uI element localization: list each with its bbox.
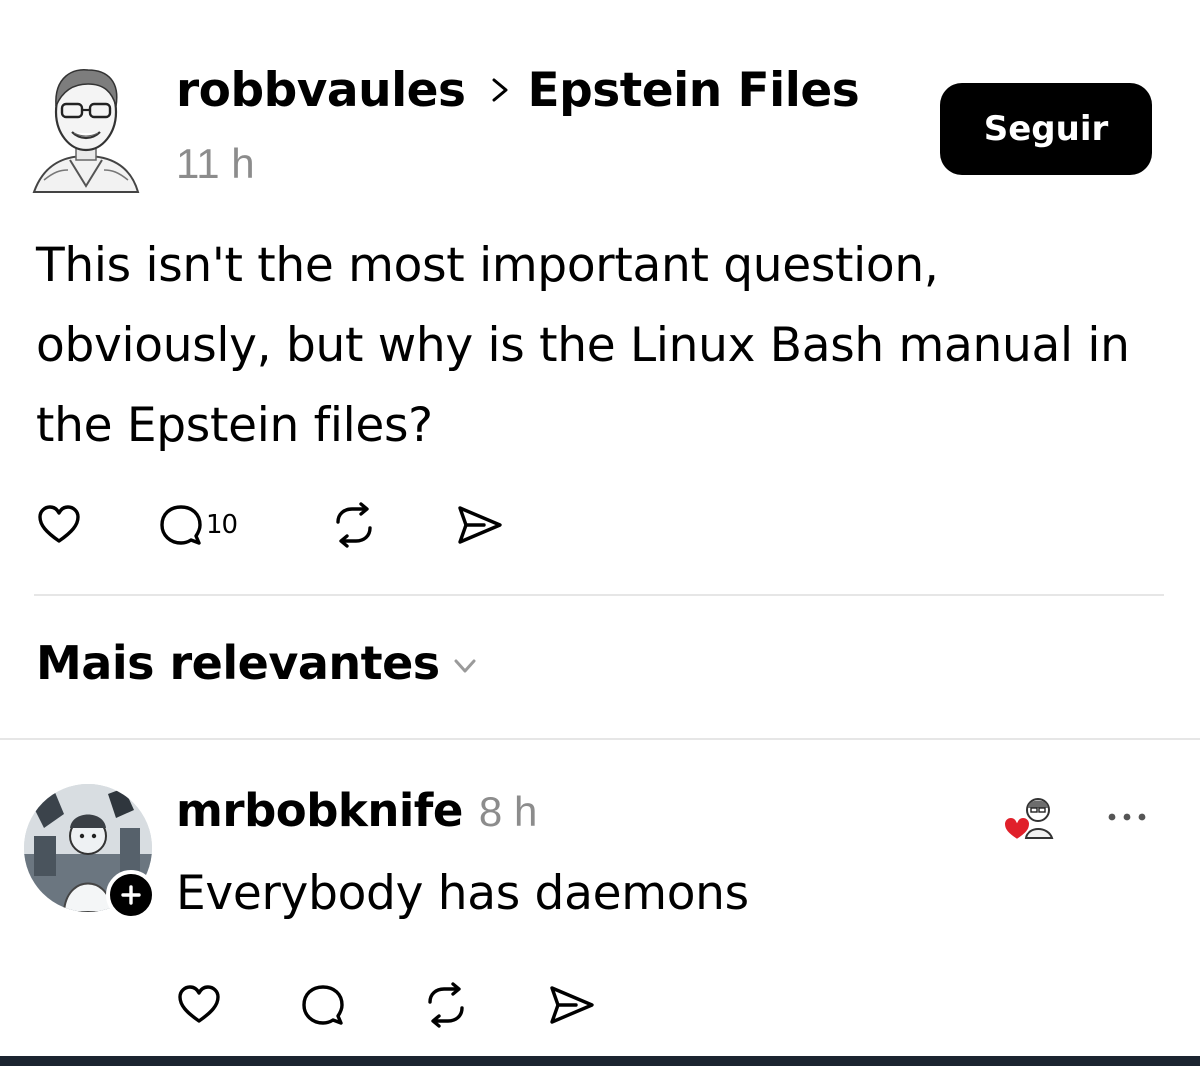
- liked-by-author-indicator[interactable]: [1000, 790, 1064, 854]
- sort-dropdown[interactable]: Mais relevantes: [36, 636, 482, 690]
- replies-divider: [0, 738, 1200, 740]
- repost-icon: [428, 982, 464, 1028]
- heart-icon: [38, 505, 80, 543]
- section-divider: [34, 594, 1164, 596]
- reply-like-button[interactable]: [176, 982, 222, 1028]
- share-button[interactable]: [456, 502, 504, 548]
- follow-plus-badge[interactable]: [106, 870, 156, 920]
- reply-timestamp: 8 h: [478, 788, 538, 835]
- like-button[interactable]: [36, 502, 82, 548]
- chevron-right-icon: [492, 78, 508, 102]
- post-author-avatar[interactable]: [30, 60, 142, 196]
- post-header: robbvaules Epstein Files: [176, 58, 860, 122]
- repost-icon: [336, 502, 372, 548]
- post-timestamp: 11 h: [176, 140, 255, 187]
- follow-button[interactable]: Seguir: [940, 83, 1152, 175]
- heart-icon: [178, 985, 220, 1023]
- send-icon: [550, 986, 594, 1024]
- reply-repost-button[interactable]: [422, 982, 470, 1028]
- reply-comment-button[interactable]: [300, 982, 346, 1028]
- post-username[interactable]: robbvaules: [176, 63, 466, 118]
- chevron-down-icon: [454, 659, 476, 673]
- comment-count: 10: [206, 510, 238, 540]
- reply-username[interactable]: mrbobknife: [176, 784, 463, 837]
- bottom-edge-bar: [0, 1056, 1200, 1066]
- more-options-button[interactable]: [1102, 802, 1152, 832]
- comment-icon: [302, 985, 344, 1025]
- sort-label: Mais relevantes: [36, 636, 440, 690]
- reply-header: mrbobknife 8 h: [176, 784, 537, 848]
- comment-button[interactable]: 10: [158, 502, 238, 548]
- post-text: This isn't the most important question, …: [36, 238, 1130, 453]
- comment-icon: [160, 505, 202, 545]
- plus-icon: [121, 885, 141, 905]
- author-mini-avatar-icon: [1024, 798, 1054, 839]
- repost-button[interactable]: [330, 502, 378, 548]
- ellipsis-icon: [1108, 813, 1146, 821]
- post-topic[interactable]: Epstein Files: [528, 63, 860, 118]
- reply-text: Everybody has daemons: [176, 866, 749, 921]
- reply-share-button[interactable]: [548, 982, 596, 1028]
- send-icon: [458, 506, 502, 544]
